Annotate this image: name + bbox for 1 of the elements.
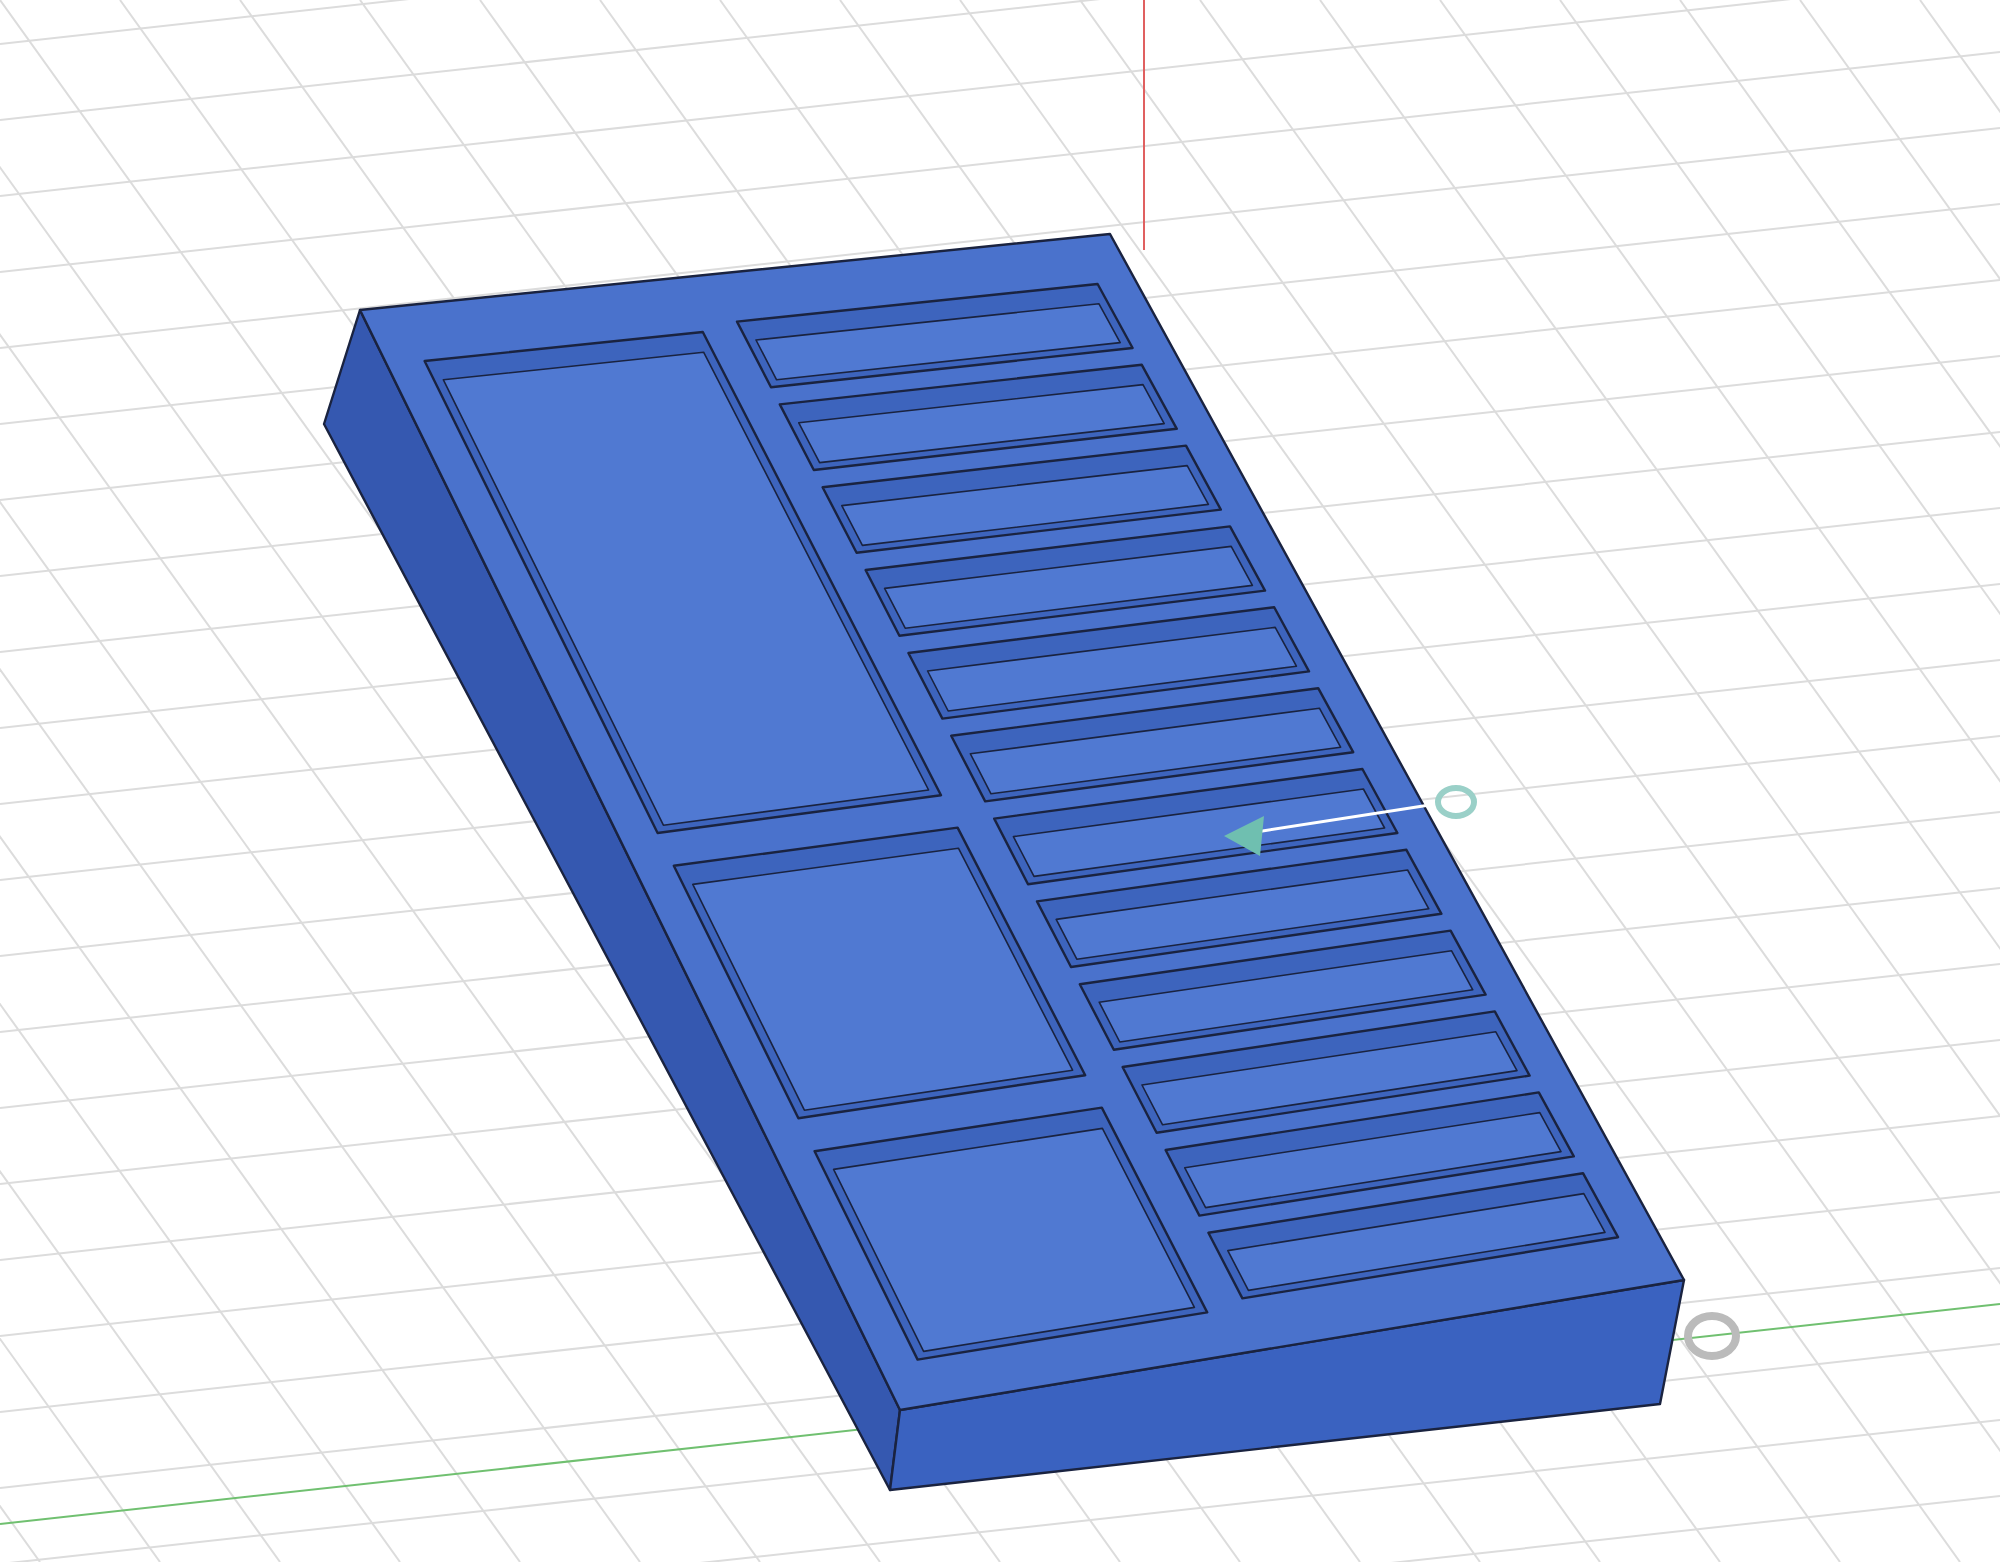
manipulator-drawing[interactable] xyxy=(1224,785,1740,1360)
